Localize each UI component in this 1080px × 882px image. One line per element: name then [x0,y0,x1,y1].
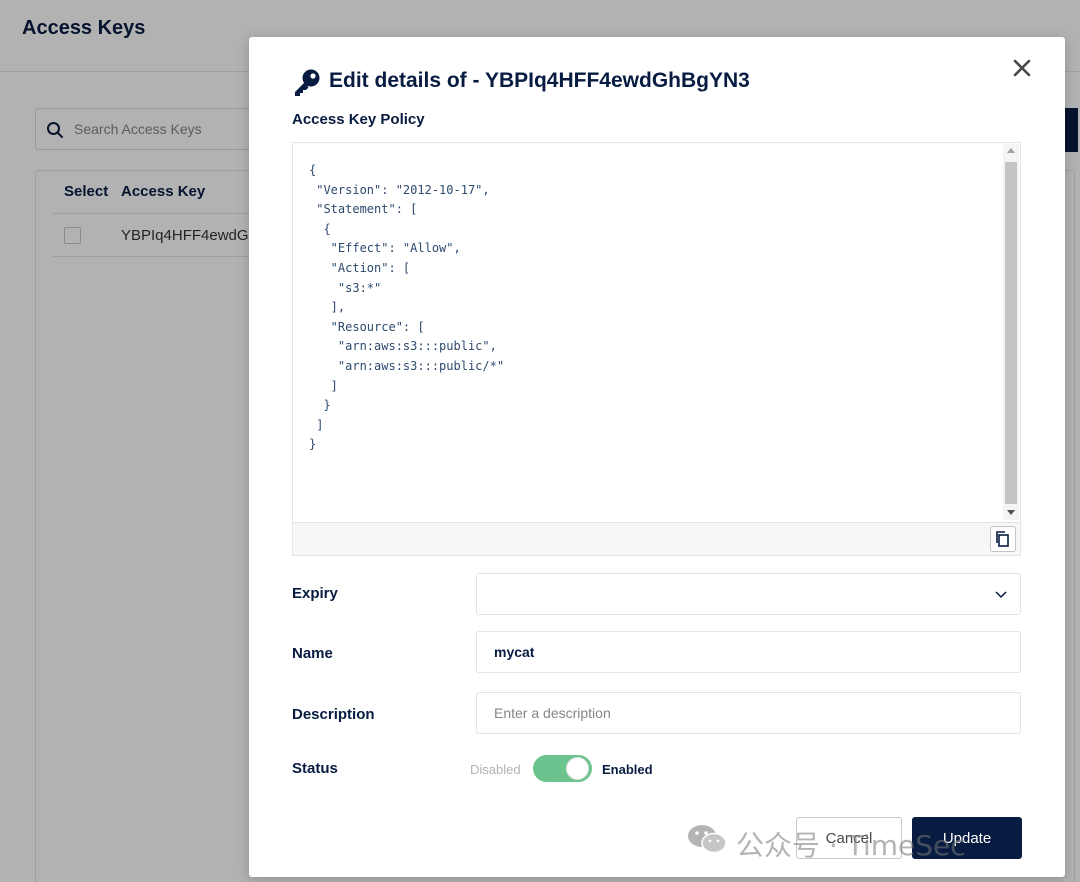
update-button[interactable]: Update [912,817,1022,859]
copy-icon [996,531,1009,547]
edit-access-key-modal: Edit details of - YBPIq4HFF4ewdGhBgYN3 A… [249,37,1065,877]
policy-code-line: ] [309,378,338,393]
policy-code-line: "s3:*" [309,280,382,295]
policy-code-line: "arn:aws:s3:::public/*" [309,358,505,373]
modal-title: Edit details of - YBPIq4HFF4ewdGhBgYN3 [329,69,750,92]
status-enabled-label: Enabled [602,762,653,777]
policy-code-line: ] [309,417,324,432]
toggle-knob [566,757,589,780]
policy-code-line: "Resource": [ [309,319,425,334]
name-input[interactable]: mycat [476,631,1021,673]
name-label: Name [292,645,333,662]
policy-code-line: "Statement": [ [309,202,418,217]
scrollbar-thumb[interactable] [1005,162,1017,504]
expiry-select[interactable] [476,573,1021,615]
editor-scrollbar[interactable] [1003,144,1019,520]
key-icon [295,69,320,96]
policy-code-line: "arn:aws:s3:::public", [309,339,497,354]
policy-code-line: "Version": "2012-10-17", [309,182,490,197]
description-input[interactable]: Enter a description [476,692,1021,734]
policy-code-line: } [309,437,317,452]
policy-code-line: "Effect": "Allow", [309,241,461,256]
status-disabled-label: Disabled [470,762,521,777]
chevron-down-icon [995,591,1007,599]
scroll-up-arrow-icon[interactable] [1007,148,1015,153]
cancel-button[interactable]: Cancel [796,817,902,859]
policy-code-line: } [309,398,331,413]
description-label: Description [292,706,375,723]
copy-button[interactable] [990,526,1016,552]
scroll-down-arrow-icon[interactable] [1007,510,1015,515]
policy-label: Access Key Policy [292,111,425,128]
close-icon[interactable] [1011,57,1033,79]
policy-code-editor[interactable]: { "Version": "2012-10-17", "Statement": … [292,142,1021,556]
expiry-label: Expiry [292,585,338,602]
description-placeholder: Enter a description [494,705,611,721]
policy-code-line: { [309,163,317,177]
policy-code[interactable]: { "Version": "2012-10-17", "Statement": … [309,161,504,455]
policy-code-line: ], [309,300,346,315]
status-toggle[interactable] [533,755,592,782]
status-label: Status [292,760,338,777]
policy-code-line: { [309,221,331,236]
editor-footer [293,522,1020,555]
policy-code-line: "Action": [ [309,260,411,275]
name-value: mycat [494,644,535,660]
